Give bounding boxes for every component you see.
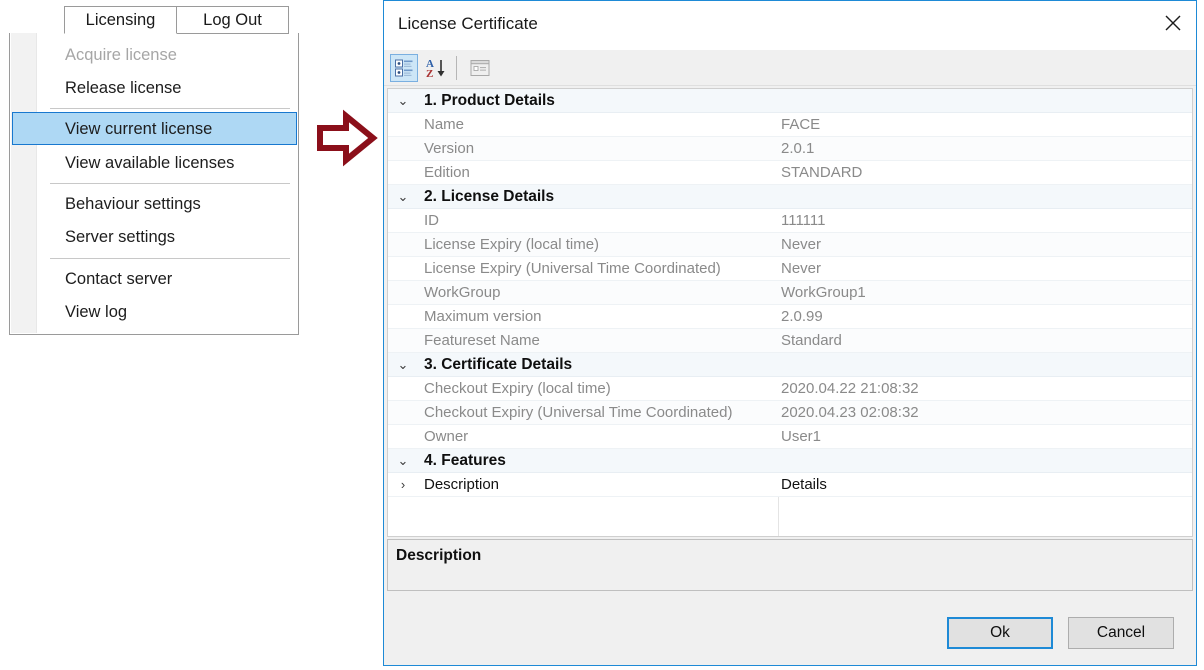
grid-row-description[interactable]: › Description Details bbox=[388, 473, 1192, 497]
menu-item-view-available-licenses[interactable]: View available licenses bbox=[13, 147, 296, 180]
grid-category-label: 1. Product Details bbox=[424, 92, 555, 109]
property-pages-icon[interactable] bbox=[466, 54, 494, 82]
grid-row[interactable]: Maximum version 2.0.99 bbox=[388, 305, 1192, 329]
grid-row[interactable]: Name FACE bbox=[388, 113, 1192, 137]
chevron-right-icon[interactable]: › bbox=[394, 473, 412, 496]
grid-category-row[interactable]: ⌄ 4. Features bbox=[388, 449, 1192, 473]
grid-row-value[interactable]: Details bbox=[781, 473, 827, 496]
grid-row[interactable]: Owner User1 bbox=[388, 425, 1192, 449]
grid-row-value[interactable]: 2020.04.23 02:08:32 bbox=[781, 401, 919, 424]
grid-row[interactable]: Checkout Expiry (local time) 2020.04.22 … bbox=[388, 377, 1192, 401]
grid-category-label: 3. Certificate Details bbox=[424, 356, 573, 373]
tab-licensing[interactable]: Licensing bbox=[64, 6, 177, 34]
grid-row[interactable]: Featureset Name Standard bbox=[388, 329, 1192, 353]
menu-separator-1 bbox=[50, 108, 290, 109]
screen-root: Licensing Log Out Acquire license Releas… bbox=[0, 0, 1204, 670]
property-grid[interactable]: ⌄ 1. Product Details Name FACE Version 2… bbox=[387, 88, 1193, 537]
menu-separator-3 bbox=[50, 258, 290, 259]
chevron-down-icon[interactable]: ⌄ bbox=[394, 353, 412, 376]
grid-row-value[interactable]: Never bbox=[781, 233, 821, 256]
menu-item-contact-server[interactable]: Contact server bbox=[13, 263, 296, 296]
cancel-button[interactable]: Cancel bbox=[1068, 617, 1174, 649]
categorized-icon[interactable] bbox=[390, 54, 418, 82]
dialog-title: License Certificate bbox=[398, 14, 538, 33]
tab-log-out[interactable]: Log Out bbox=[177, 6, 289, 34]
grid-row-name: Featureset Name bbox=[424, 332, 540, 349]
grid-row-value[interactable]: WorkGroup1 bbox=[781, 281, 866, 304]
ok-button[interactable]: Ok bbox=[947, 617, 1053, 649]
menu-separator-2 bbox=[50, 183, 290, 184]
grid-row-name: Version bbox=[424, 140, 475, 157]
grid-row-name: Owner bbox=[424, 428, 469, 445]
menu-dropdown-body: Acquire license Release license View cur… bbox=[9, 33, 299, 335]
grid-row[interactable]: Checkout Expiry (Universal Time Coordina… bbox=[388, 401, 1192, 425]
grid-category-row[interactable]: ⌄ 1. Product Details bbox=[388, 89, 1192, 113]
licensing-menu-panel: Licensing Log Out Acquire license Releas… bbox=[9, 0, 299, 335]
grid-row-name: WorkGroup bbox=[424, 284, 501, 301]
grid-row[interactable]: License Expiry (Universal Time Coordinat… bbox=[388, 257, 1192, 281]
grid-row-value[interactable]: User1 bbox=[781, 425, 821, 448]
grid-row-value[interactable]: Never bbox=[781, 257, 821, 280]
grid-row-name: Name bbox=[424, 116, 465, 133]
dialog-toolbar: A Z bbox=[384, 50, 1196, 86]
grid-category-row[interactable]: ⌄ 2. License Details bbox=[388, 185, 1192, 209]
menu-item-behaviour-settings[interactable]: Behaviour settings bbox=[13, 188, 296, 221]
grid-row-value[interactable]: Standard bbox=[781, 329, 842, 352]
grid-row-name: Maximum version bbox=[424, 308, 542, 325]
svg-text:Z: Z bbox=[426, 68, 433, 79]
grid-category-label: 4. Features bbox=[424, 452, 506, 469]
description-pane-title: Description bbox=[396, 547, 482, 564]
description-pane: Description bbox=[387, 539, 1193, 591]
menu-item-view-log[interactable]: View log bbox=[13, 296, 296, 329]
dialog-titlebar: License Certificate bbox=[384, 1, 1196, 50]
grid-row[interactable]: WorkGroup WorkGroup1 bbox=[388, 281, 1192, 305]
chevron-down-icon[interactable]: ⌄ bbox=[394, 449, 412, 472]
grid-row[interactable]: Edition STANDARD bbox=[388, 161, 1192, 185]
menu-item-release-license[interactable]: Release license bbox=[13, 72, 296, 105]
grid-row-name: Description bbox=[424, 476, 500, 493]
grid-row-name: License Expiry (Universal Time Coordinat… bbox=[424, 260, 721, 277]
grid-row-name: Checkout Expiry (Universal Time Coordina… bbox=[424, 404, 733, 421]
grid-row[interactable]: Version 2.0.1 bbox=[388, 137, 1192, 161]
grid-category-row[interactable]: ⌄ 3. Certificate Details bbox=[388, 353, 1192, 377]
grid-row-value[interactable]: 111111 bbox=[781, 209, 826, 232]
grid-row-value[interactable]: FACE bbox=[781, 113, 820, 136]
menu-item-server-settings[interactable]: Server settings bbox=[13, 221, 296, 254]
menu-item-view-current-license[interactable]: View current license bbox=[12, 112, 297, 145]
grid-row-value[interactable]: 2020.04.22 21:08:32 bbox=[781, 377, 919, 400]
grid-row-value[interactable]: 2.0.99 bbox=[781, 305, 823, 328]
grid-row-value[interactable]: 2.0.1 bbox=[781, 137, 814, 160]
menu-tab-strip: Licensing Log Out bbox=[9, 0, 299, 34]
grid-row[interactable]: License Expiry (local time) Never bbox=[388, 233, 1192, 257]
grid-row-name: License Expiry (local time) bbox=[424, 236, 600, 253]
grid-row[interactable]: ID 111111 bbox=[388, 209, 1192, 233]
chevron-down-icon[interactable]: ⌄ bbox=[394, 185, 412, 208]
grid-row-name: ID bbox=[424, 212, 439, 229]
menu-item-acquire-license: Acquire license bbox=[65, 46, 177, 64]
chevron-down-icon[interactable]: ⌄ bbox=[394, 89, 412, 112]
grid-row-value[interactable]: STANDARD bbox=[781, 161, 862, 184]
grid-category-label: 2. License Details bbox=[424, 188, 555, 205]
license-certificate-dialog: License Certificate A Z ⌄ 1. Product Det… bbox=[383, 0, 1197, 666]
sort-az-icon[interactable]: A Z bbox=[422, 54, 450, 82]
grid-row-name: Edition bbox=[424, 164, 470, 181]
toolbar-separator bbox=[456, 56, 457, 80]
grid-row-name: Checkout Expiry (local time) bbox=[424, 380, 611, 397]
arrow-right-icon bbox=[316, 108, 378, 168]
close-icon[interactable] bbox=[1150, 1, 1196, 45]
